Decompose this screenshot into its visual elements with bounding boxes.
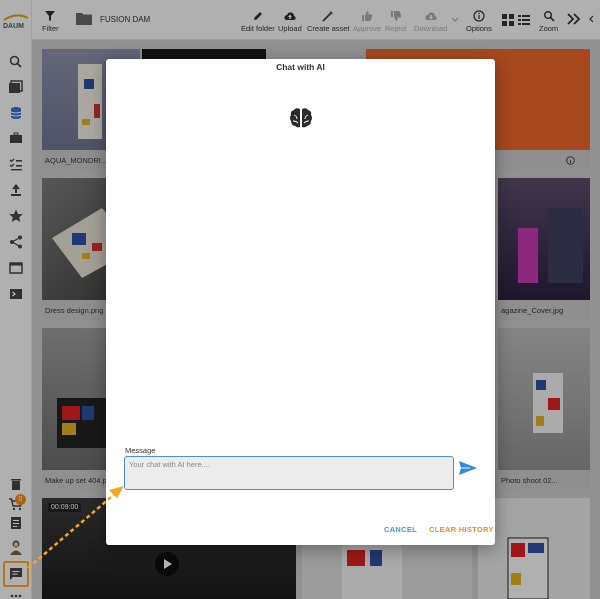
chat-message-input[interactable] <box>124 456 454 490</box>
brain-icon <box>289 107 313 129</box>
cancel-button[interactable]: CANCEL <box>384 525 417 534</box>
clear-history-button[interactable]: CLEAR HISTORY <box>429 525 494 534</box>
chat-with-ai-dialog: Chat with AI Message CANCEL CLEAR HISTOR… <box>106 59 495 545</box>
dialog-title: Chat with AI <box>276 62 325 72</box>
send-button[interactable] <box>458 460 478 476</box>
send-icon <box>459 461 477 475</box>
message-label: Message <box>125 446 156 455</box>
